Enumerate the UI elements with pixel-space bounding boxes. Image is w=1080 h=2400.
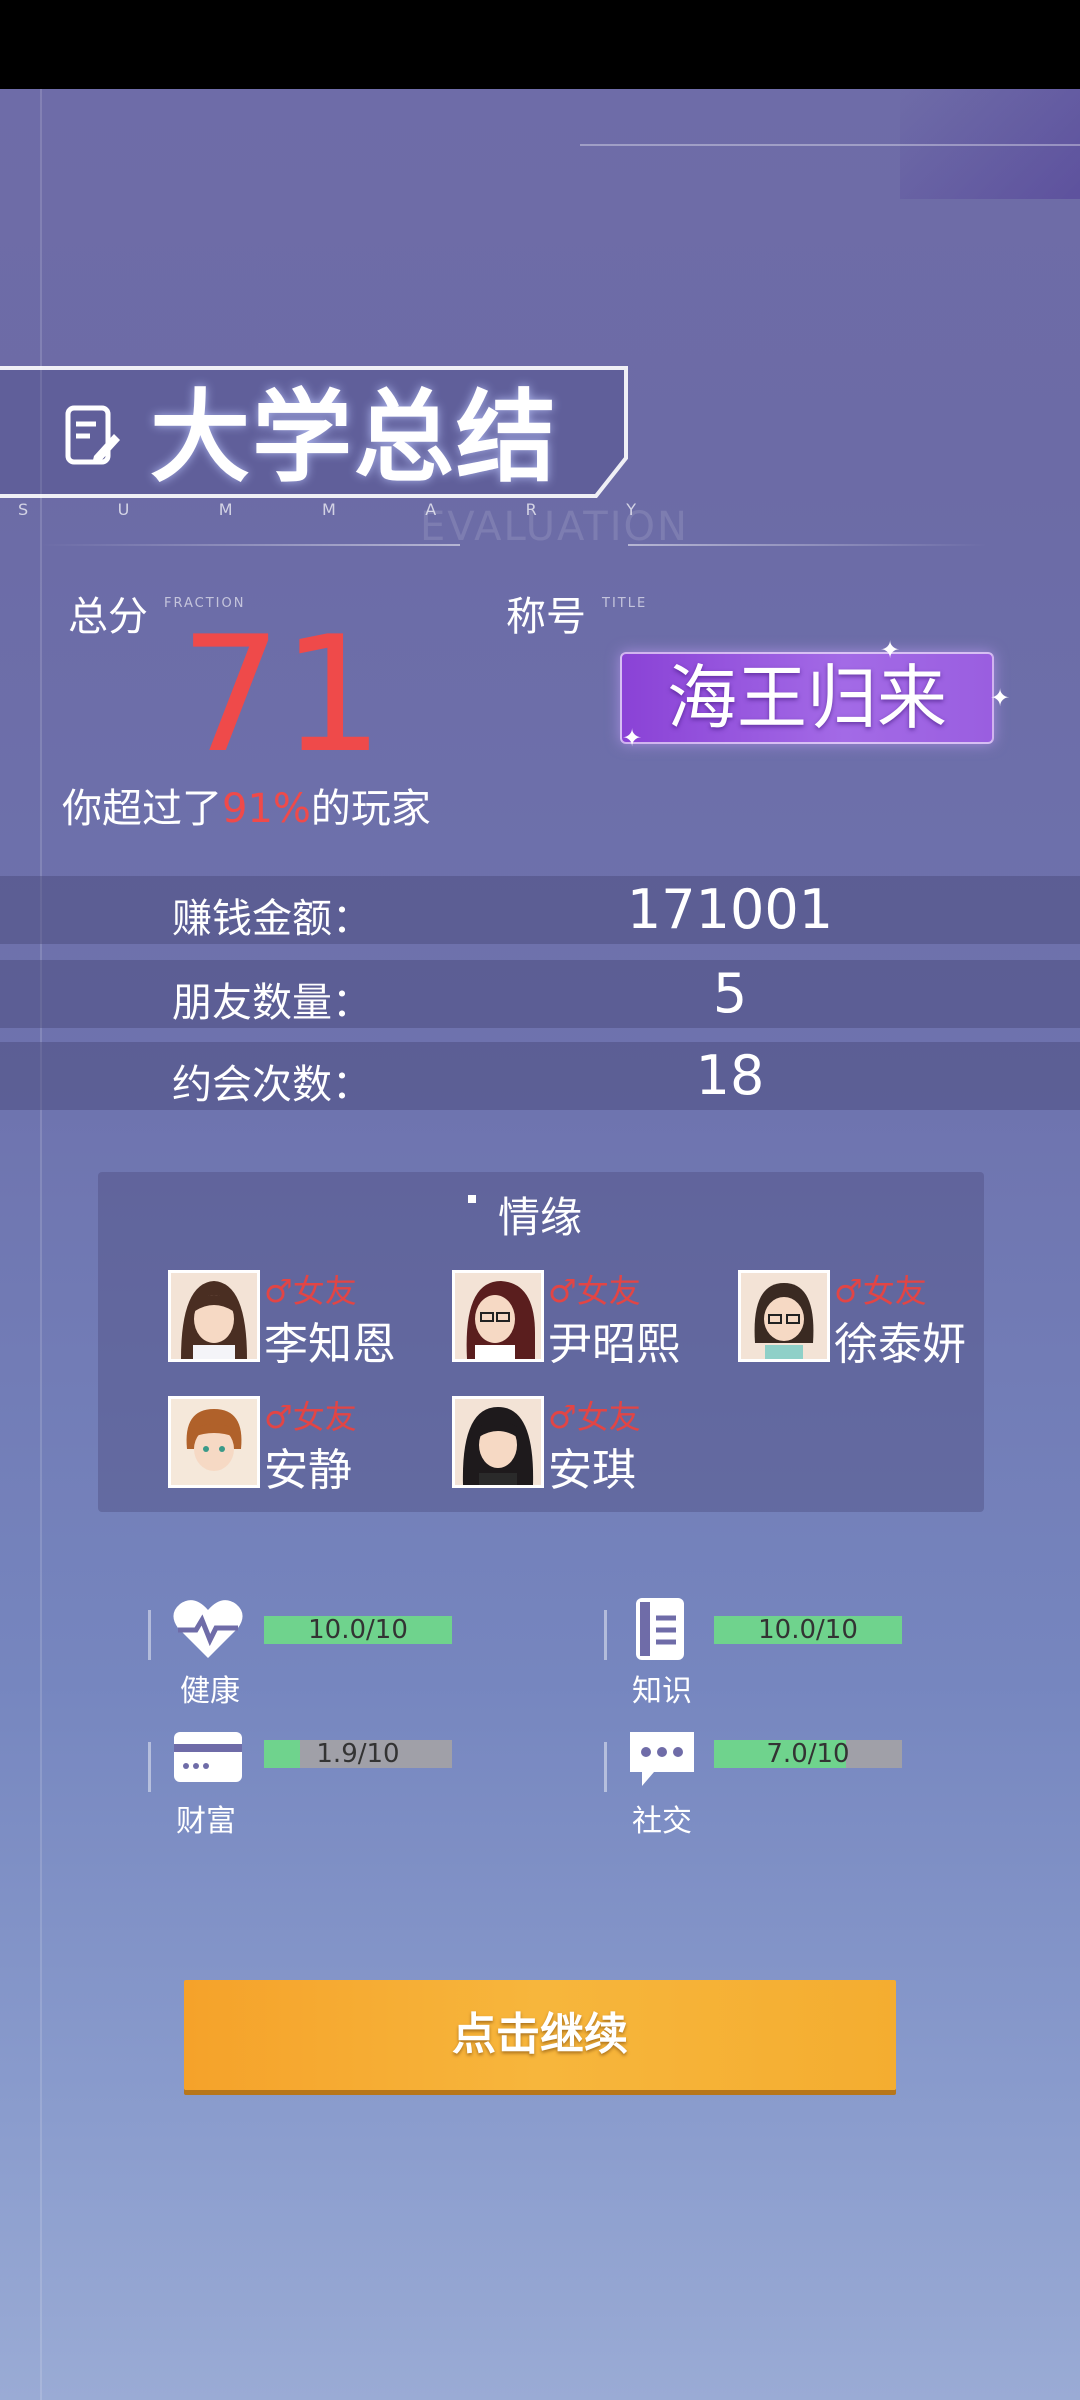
girlfriend-name: 尹昭熙 <box>548 1319 680 1370</box>
score-label: 总分 <box>68 594 148 640</box>
girlfriend-tag: ♂女友 <box>264 1398 357 1436</box>
stat-row-dates: 约会次数： 18 <box>0 1042 1080 1110</box>
summary-letter: S <box>18 500 31 519</box>
sparkle-icon: ✦ <box>990 684 1011 712</box>
bar-text: 10.0/10 <box>758 1615 858 1645</box>
health-bar: 10.0/10 <box>264 1616 452 1644</box>
bar-text: 7.0/10 <box>766 1739 850 1769</box>
exceed-text: 你超过了91%的玩家 <box>62 776 431 834</box>
attribute-label: 社交 <box>632 1804 692 1839</box>
title-label: 称号 <box>506 594 586 640</box>
girlfriend-name: 徐泰妍 <box>834 1319 966 1370</box>
divider <box>148 1742 151 1792</box>
sparkle-icon: ✦ <box>880 636 901 664</box>
exceed-prefix: 你超过了 <box>62 786 222 832</box>
decorative-line <box>580 144 1080 146</box>
bar-text: 10.0/10 <box>308 1615 408 1645</box>
edit-note-icon <box>65 405 120 465</box>
heart-icon <box>173 1600 243 1658</box>
score-value: 71 <box>180 601 384 788</box>
girlfriend-tag: ♂女友 <box>548 1398 641 1436</box>
continue-button-label: 点击继续 <box>452 2009 628 2060</box>
sparkle-icon: ✦ <box>622 724 643 752</box>
stat-label: 朋友数量： <box>172 980 372 1026</box>
girlfriend-tag: ♂女友 <box>264 1272 357 1310</box>
stat-row-money: 赚钱金额： 171001 <box>0 876 1080 944</box>
girlfriend-name: 李知恩 <box>264 1319 396 1370</box>
social-bar: 7.0/10 <box>714 1740 902 1768</box>
wealth-bar: 1.9/10 <box>264 1740 452 1768</box>
avatar <box>738 1270 830 1362</box>
page-title: 大学总结 <box>150 379 558 496</box>
status-bar <box>0 0 1080 89</box>
bar-text: 1.9/10 <box>316 1739 400 1769</box>
attribute-label: 健康 <box>180 1674 240 1709</box>
exceed-percent: 91% <box>222 786 311 832</box>
summary-letter: M <box>322 500 338 519</box>
stat-row-friends: 朋友数量： 5 <box>0 960 1080 1028</box>
card-icon <box>174 1732 242 1782</box>
divider <box>148 1610 151 1660</box>
knowledge-bar: 10.0/10 <box>714 1616 902 1644</box>
stat-label: 赚钱金额： <box>172 896 372 942</box>
attribute-label: 知识 <box>632 1674 692 1709</box>
title-badge-text: 海王归来 <box>667 657 947 739</box>
girlfriend-card[interactable]: ♂女友 徐泰妍 <box>738 1270 998 1370</box>
relationship-title: 情缘 <box>497 1193 582 1242</box>
girlfriend-tag: ♂女友 <box>548 1272 641 1310</box>
avatar <box>452 1270 544 1362</box>
girlfriend-name: 安静 <box>264 1445 352 1496</box>
avatar <box>168 1396 260 1488</box>
continue-button[interactable]: 点击继续 <box>184 1980 896 2090</box>
girlfriend-card[interactable]: ♂女友 李知恩 <box>168 1270 428 1370</box>
avatar <box>452 1396 544 1488</box>
girlfriend-name: 安琪 <box>548 1445 636 1496</box>
stat-value: 18 <box>695 1044 765 1107</box>
title-tag: TITLE <box>602 596 648 611</box>
girlfriend-card[interactable]: ♂女友 安静 <box>168 1396 428 1496</box>
divider <box>604 1742 607 1792</box>
attribute-label: 财富 <box>176 1804 236 1839</box>
divider <box>40 544 460 546</box>
girlfriend-card[interactable]: ♂女友 安琪 <box>452 1396 712 1496</box>
avatar <box>168 1270 260 1362</box>
summary-letter: U <box>117 500 132 519</box>
title-badge: 海王归来 <box>620 652 994 744</box>
chat-icon <box>630 1732 694 1786</box>
girlfriend-tag: ♂女友 <box>834 1272 927 1310</box>
summary-letter: M <box>218 500 235 519</box>
divider <box>604 1610 607 1660</box>
stat-label: 约会次数： <box>172 1062 372 1108</box>
exceed-suffix: 的玩家 <box>310 786 431 832</box>
book-icon <box>636 1598 684 1660</box>
girlfriend-card[interactable]: ♂女友 尹昭熙 <box>452 1270 712 1370</box>
divider <box>628 544 988 546</box>
stat-value: 5 <box>712 962 748 1025</box>
stat-value: 171001 <box>626 878 834 941</box>
